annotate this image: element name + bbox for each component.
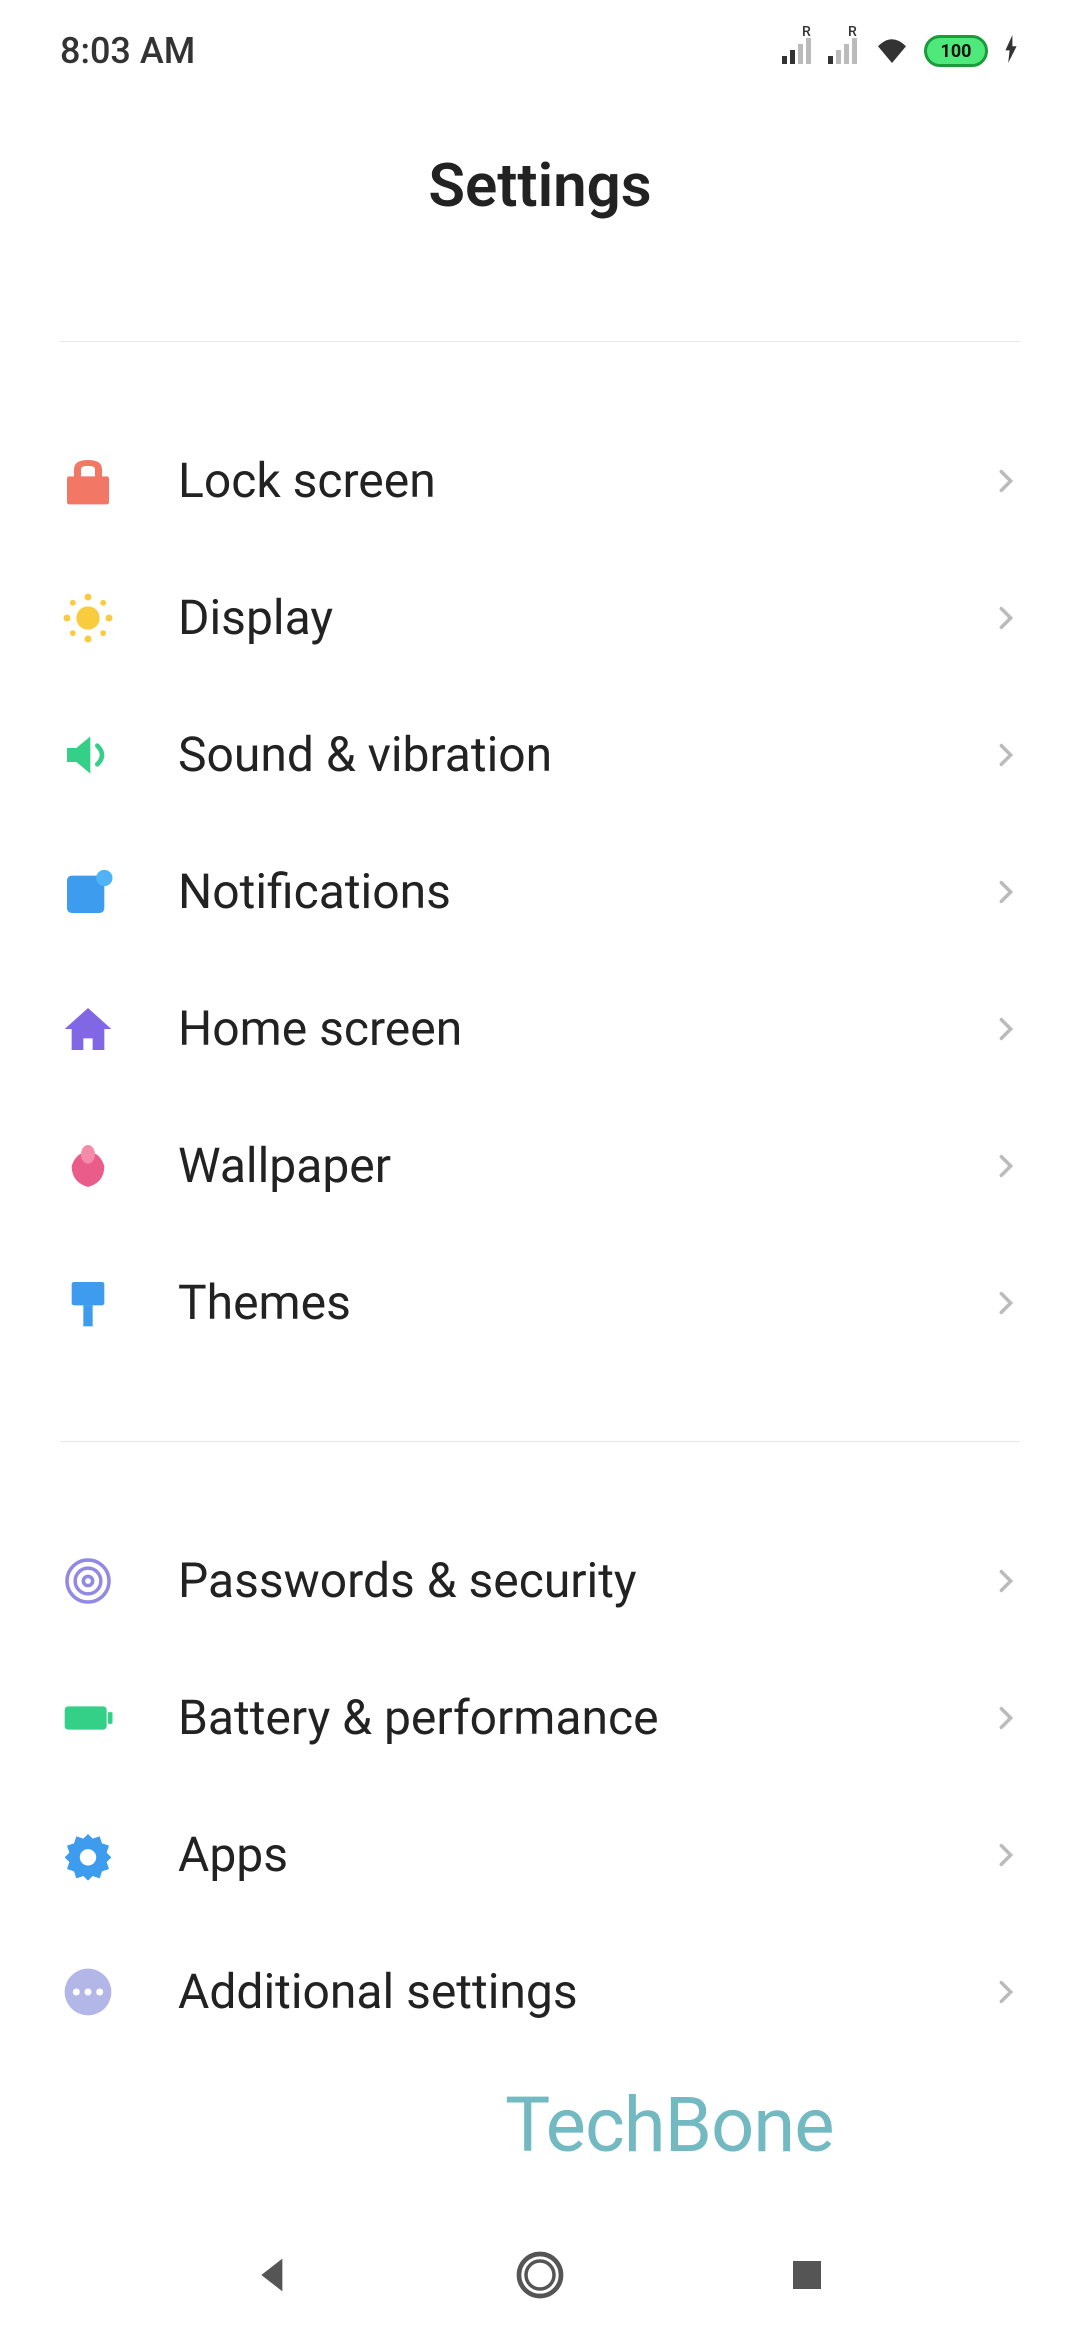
settings-item-notifications[interactable]: Notifications (0, 823, 1080, 960)
back-button[interactable] (245, 2247, 301, 2303)
item-label: Sound & vibration (178, 726, 930, 783)
sound-icon (60, 727, 116, 783)
fingerprint-icon (60, 1553, 116, 1609)
settings-item-wallpaper[interactable]: Wallpaper (0, 1097, 1080, 1234)
chevron-right-icon (992, 1289, 1020, 1317)
settings-item-sound[interactable]: Sound & vibration (0, 686, 1080, 823)
item-label: Wallpaper (178, 1137, 930, 1194)
chevron-right-icon (992, 878, 1020, 906)
chevron-right-icon (992, 1978, 1020, 2006)
item-label: Passwords & security (178, 1552, 930, 1609)
settings-item-additional[interactable]: Additional settings (0, 1923, 1080, 2060)
signal-icon-1: R (782, 38, 814, 64)
chevron-right-icon (992, 1841, 1020, 1869)
settings-item-display[interactable]: Display (0, 549, 1080, 686)
item-label: Home screen (178, 1000, 930, 1057)
settings-item-lock-screen[interactable]: Lock screen (0, 412, 1080, 549)
chevron-right-icon (992, 1152, 1020, 1180)
item-label: Lock screen (178, 452, 930, 509)
battery-perf-icon (60, 1690, 116, 1746)
chevron-right-icon (992, 604, 1020, 632)
recent-button[interactable] (779, 2247, 835, 2303)
header: Settings (0, 90, 1080, 341)
chevron-right-icon (992, 741, 1020, 769)
signal-icon-2: R (828, 38, 860, 64)
settings-item-security[interactable]: Passwords & security (0, 1512, 1080, 1649)
flower-icon (60, 1138, 116, 1194)
item-label: Battery & performance (178, 1689, 930, 1746)
notifications-icon (60, 864, 116, 920)
item-label: Themes (178, 1274, 930, 1331)
settings-item-apps[interactable]: Apps (0, 1786, 1080, 1923)
chevron-right-icon (992, 1015, 1020, 1043)
dots-icon (60, 1964, 116, 2020)
item-label: Apps (178, 1826, 930, 1883)
chevron-right-icon (992, 1567, 1020, 1595)
settings-item-themes[interactable]: Themes (0, 1234, 1080, 1371)
section-1: Lock screen Display Sound & vibration No… (0, 342, 1080, 1441)
section-2: Passwords & security Battery & performan… (0, 1442, 1080, 2130)
item-label: Display (178, 589, 930, 646)
charging-icon (1002, 35, 1020, 67)
nav-bar (0, 2210, 1080, 2340)
battery-level: 100 (924, 35, 988, 67)
home-button[interactable] (512, 2247, 568, 2303)
settings-item-home-screen[interactable]: Home screen (0, 960, 1080, 1097)
chevron-right-icon (992, 467, 1020, 495)
chevron-right-icon (992, 1704, 1020, 1732)
lock-icon (60, 453, 116, 509)
wifi-icon (874, 35, 910, 67)
status-time: 8:03 AM (60, 30, 195, 72)
item-label: Additional settings (178, 1963, 930, 2020)
item-label: Notifications (178, 863, 930, 920)
home-icon (60, 1001, 116, 1057)
status-bar: 8:03 AM R R 100 (0, 0, 1080, 90)
status-icons: R R 100 (782, 35, 1020, 67)
battery-icon: 100 (924, 35, 988, 67)
sun-icon (60, 590, 116, 646)
page-title: Settings (0, 150, 1080, 221)
brush-icon (60, 1275, 116, 1331)
settings-item-battery[interactable]: Battery & performance (0, 1649, 1080, 1786)
gear-icon (60, 1827, 116, 1883)
